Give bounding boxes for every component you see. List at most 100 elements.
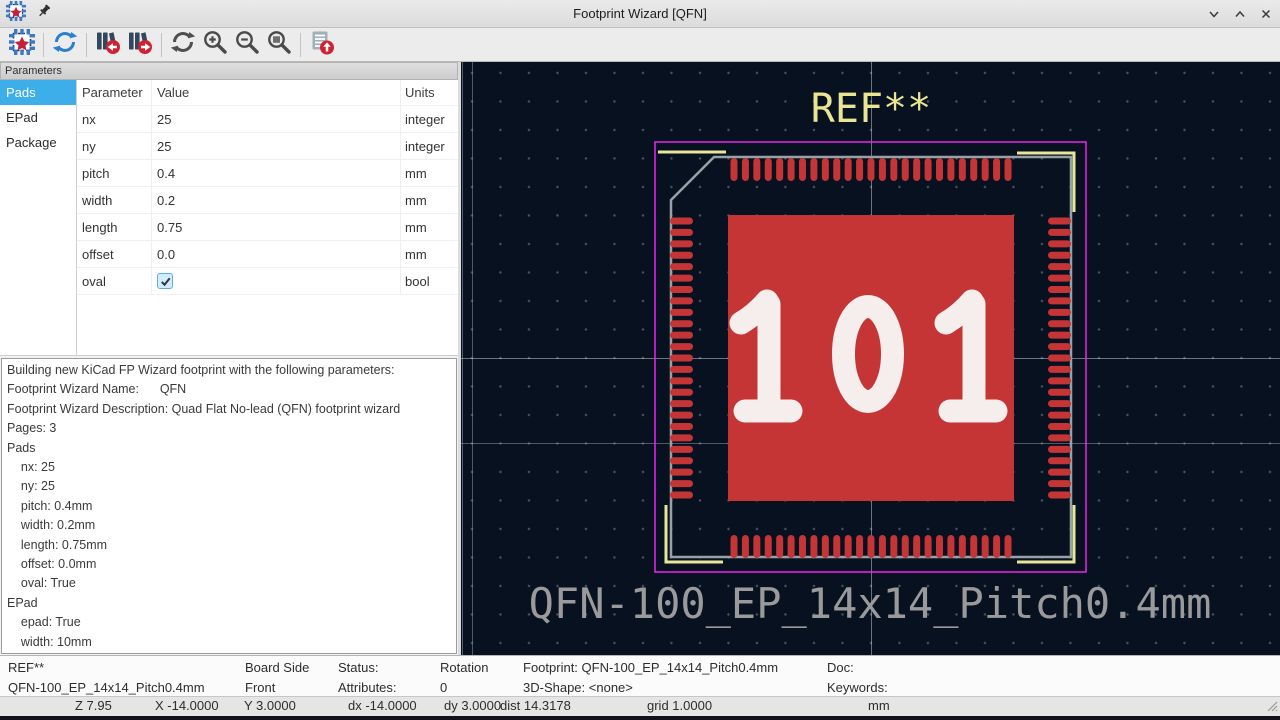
page-item-package[interactable]: Package [0, 130, 76, 155]
parameter-name: length [77, 214, 152, 241]
pad [670, 423, 693, 430]
page-previous-icon [94, 29, 122, 60]
parameter-row-length: length0.75mm [77, 214, 458, 241]
parameter-value[interactable]: 0.2 [152, 187, 401, 214]
parameters-caption: Parameters [0, 62, 458, 80]
oval-checkbox[interactable] [157, 273, 173, 289]
parameter-units: mm [401, 187, 458, 214]
pad [1048, 332, 1071, 339]
pad [845, 158, 852, 181]
pad [925, 535, 932, 558]
message-panel: Building new KiCad FP Wizard footprint w… [1, 358, 457, 654]
parameter-row-nx: nx25integer [77, 106, 458, 133]
minimize-button[interactable] [1206, 6, 1222, 22]
units: mm [868, 698, 890, 713]
pad [856, 158, 863, 181]
grid-header: Parameter Value Units [77, 80, 458, 106]
pad [845, 535, 852, 558]
close-button[interactable] [1258, 6, 1274, 22]
pad [731, 535, 738, 558]
pad [670, 332, 693, 339]
rotation-label: Rotation [440, 658, 488, 678]
pad [959, 535, 966, 558]
parameter-row-offset: offset0.0mm [77, 241, 458, 268]
pad [670, 434, 693, 441]
status-footprint-name: QFN-100_EP_14x14_Pitch0.4mm [8, 678, 205, 698]
pad [765, 535, 772, 558]
parameter-name: width [77, 187, 152, 214]
pad [1048, 229, 1071, 236]
pad [913, 535, 920, 558]
export-footprint-button[interactable] [306, 30, 338, 60]
pad [742, 158, 749, 181]
parameter-units: integer [401, 133, 458, 160]
pad [959, 158, 966, 181]
message-line: offset: 0.0mm [7, 555, 451, 574]
pad [833, 535, 840, 558]
pad [753, 535, 760, 558]
board-side-label: Board Side [245, 658, 309, 678]
parameter-value[interactable]: 0.4 [152, 160, 401, 187]
message-line: Pages: 3 [7, 419, 451, 438]
pad [670, 389, 693, 396]
show-wizard-selector-button[interactable] [6, 30, 38, 60]
pad [670, 229, 693, 236]
pad [670, 366, 693, 373]
titlebar: Footprint Wizard [QFN] [0, 0, 1280, 28]
parameter-value[interactable]: 0.75 [152, 214, 401, 241]
pin-icon[interactable] [36, 3, 52, 24]
footprint-name-text: QFN-100_EP_14x14_Pitch0.4mm [529, 579, 1212, 628]
previous-parameters-page-button[interactable] [92, 30, 124, 60]
zoom-to-fit-button[interactable] [263, 30, 295, 60]
page-item-pads[interactable]: Pads [0, 80, 76, 105]
pad [822, 535, 829, 558]
pad [982, 158, 989, 181]
parameter-value[interactable]: 25 [152, 106, 401, 133]
pad [765, 158, 772, 181]
next-parameters-page-button[interactable] [124, 30, 156, 60]
parameter-value[interactable]: 25 [152, 133, 401, 160]
pad [902, 158, 909, 181]
maximize-button[interactable] [1232, 6, 1248, 22]
message-line: epad: True [7, 613, 451, 632]
parameter-row-pitch: pitch0.4mm [77, 160, 458, 187]
parameter-value[interactable]: 0.0 [152, 241, 401, 268]
pad [1048, 275, 1071, 282]
zoom-out-button[interactable] [231, 30, 263, 60]
pad [670, 469, 693, 476]
regenerate-footprint-button[interactable] [49, 30, 81, 60]
pad [1048, 457, 1071, 464]
pad [970, 535, 977, 558]
footprint-preview-canvas[interactable]: REF** QFN-100_EP_14x14_Pitch0.4mm [461, 62, 1280, 655]
redraw-view-button[interactable] [167, 30, 199, 60]
column-header-parameter: Parameter [77, 80, 152, 106]
pad [1048, 240, 1071, 247]
pad [890, 535, 897, 558]
coordinate-bar: Z 7.95 X -14.0000 Y 3.0000 dx -14.0000 d… [0, 696, 1280, 716]
pad [670, 297, 693, 304]
window-title: Footprint Wizard [QFN] [0, 6, 1280, 21]
parameter-name: pitch [77, 160, 152, 187]
pad [1048, 297, 1071, 304]
pad [1048, 480, 1071, 487]
pad [788, 535, 795, 558]
page-item-epad[interactable]: EPad [0, 105, 76, 130]
pad [670, 377, 693, 384]
parameter-value[interactable] [152, 268, 401, 295]
rotation-value: 0 [440, 678, 488, 698]
window-bottom-edge [0, 716, 1280, 720]
message-line: Footprint Wizard Name: QFN [7, 380, 451, 399]
parameter-grid: Parameter Value Units nx25integerny25int… [77, 80, 458, 355]
message-line: pitch: 0.4mm [7, 497, 451, 516]
pad [1048, 423, 1071, 430]
zoom-in-button[interactable] [199, 30, 231, 60]
footprint-wizard-window: Footprint Wizard [QFN] [0, 0, 1280, 720]
pad [670, 400, 693, 407]
pad [982, 535, 989, 558]
message-line: length: 10mm [7, 652, 451, 654]
pad [1048, 492, 1071, 499]
pad [947, 158, 954, 181]
resize-grip[interactable] [1264, 698, 1278, 714]
refresh-gray-icon [170, 29, 196, 60]
pad [670, 457, 693, 464]
